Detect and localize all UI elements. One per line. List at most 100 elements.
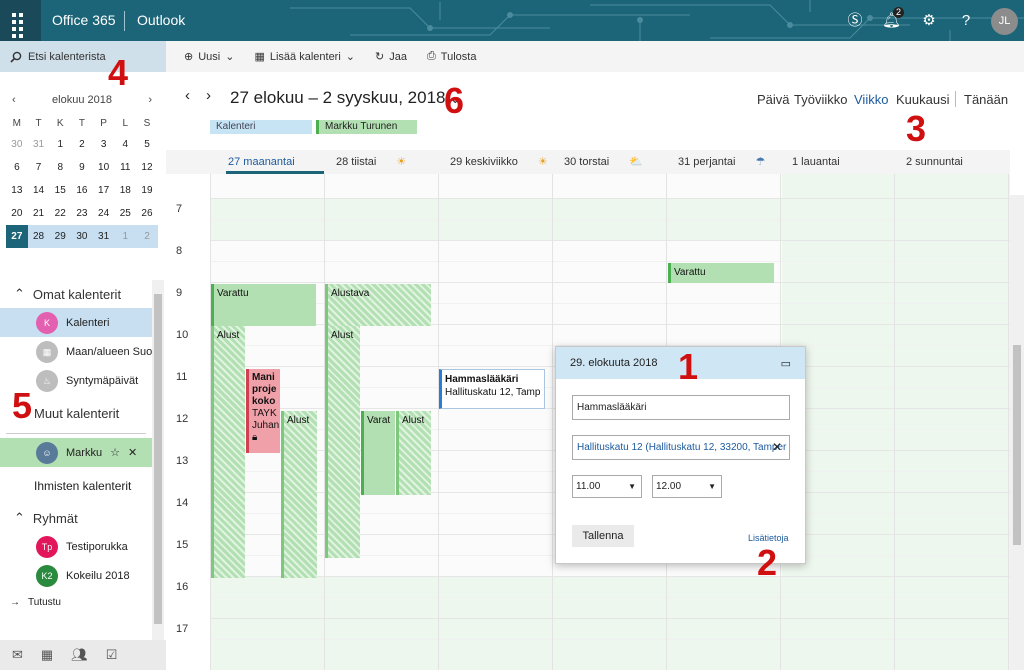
mini-day[interactable]: 29 xyxy=(49,225,72,248)
people-calendars-header[interactable]: Ihmisten kalenterit xyxy=(0,471,152,500)
event-alust-3[interactable]: Alust xyxy=(325,326,360,558)
calendar-icon[interactable]: ▦ xyxy=(41,647,53,663)
mail-icon[interactable]: ✉ xyxy=(12,647,23,663)
mini-day[interactable]: 24 xyxy=(93,202,115,225)
mini-day[interactable]: 31 xyxy=(92,225,115,248)
mini-day[interactable]: 14 xyxy=(28,179,50,202)
calendar-item-holidays[interactable]: ▦ Maan/alueen Suo xyxy=(0,337,152,366)
star-icon[interactable]: ☆ xyxy=(110,446,120,459)
event-dentist[interactable]: Hammaslääkäri Hallituskatu 12, Tamp xyxy=(439,369,545,409)
tasks-icon[interactable]: ☑ xyxy=(106,647,118,663)
clear-location-icon[interactable]: ✕ xyxy=(772,440,782,454)
today-button[interactable]: Tänään xyxy=(964,92,1008,107)
grid-scrollbar[interactable] xyxy=(1010,195,1024,670)
view-day[interactable]: Päivä xyxy=(757,92,790,107)
next-week-icon[interactable]: › xyxy=(206,87,211,104)
event-alustava[interactable]: Alustava xyxy=(325,284,431,326)
groups-header[interactable]: ⌃ Ryhmät xyxy=(0,504,152,532)
day-header-mon[interactable]: 27 maanantai xyxy=(226,150,324,174)
event-varat[interactable]: Varat xyxy=(361,411,395,495)
search-input[interactable]: Etsi kalenterista xyxy=(28,51,106,63)
mini-day[interactable]: 28 xyxy=(27,225,50,248)
view-week[interactable]: Viikko xyxy=(854,92,888,107)
mini-day[interactable]: 30 xyxy=(6,133,28,156)
mini-day[interactable]: 31 xyxy=(28,133,50,156)
mini-day[interactable]: 15 xyxy=(49,179,71,202)
mini-day[interactable]: 22 xyxy=(49,202,71,225)
day-header-sun[interactable]: 2 sunnuntai xyxy=(904,150,963,174)
mini-day[interactable]: 9 xyxy=(71,156,93,179)
new-button[interactable]: ⊕ Uusi ⌄ xyxy=(184,50,234,64)
mini-day[interactable]: 30 xyxy=(71,225,93,248)
skype-icon[interactable]: Ⓢ xyxy=(846,12,864,30)
mini-day[interactable]: 1 xyxy=(49,133,71,156)
end-time-select[interactable]: 12.00 ▼ xyxy=(652,475,722,498)
next-month-icon[interactable]: › xyxy=(148,94,152,106)
mini-day[interactable]: 11 xyxy=(114,156,136,179)
mini-day[interactable]: 27 xyxy=(6,225,28,248)
day-header-wed[interactable]: 29 keskiviikko ☀ xyxy=(448,150,548,174)
expand-window-icon[interactable]: ▭ xyxy=(781,357,791,370)
my-calendars-header[interactable]: ⌃ Omat kalenterit xyxy=(0,280,152,308)
mini-day[interactable]: 8 xyxy=(49,156,71,179)
mini-day[interactable]: 2 xyxy=(136,225,158,248)
close-icon[interactable]: ✕ xyxy=(128,446,137,459)
help-icon[interactable]: ? xyxy=(957,12,975,30)
mini-month-label[interactable]: elokuu 2018 xyxy=(52,94,112,106)
event-location-input[interactable]: Hallituskatu 12 (Hallituskatu 12, 33200,… xyxy=(572,435,790,460)
mini-day[interactable]: 16 xyxy=(71,179,93,202)
day-header-tue[interactable]: 28 tiistai ☀ xyxy=(334,150,406,174)
group-item-testiporukka[interactable]: Tp Testiporukka xyxy=(0,532,152,561)
mini-day[interactable]: 6 xyxy=(6,156,28,179)
mini-day[interactable]: 23 xyxy=(71,202,93,225)
calendar-item-markku[interactable]: ☺ Markku ☆ ✕ xyxy=(0,438,152,467)
view-workweek[interactable]: Työviikko xyxy=(794,92,847,107)
mini-day[interactable]: 21 xyxy=(28,202,50,225)
prev-month-icon[interactable]: ‹ xyxy=(12,94,16,106)
calendar-chip-kalenteri[interactable]: Kalenteri xyxy=(210,120,312,134)
people-icon[interactable]: 👥︎ xyxy=(71,647,88,663)
event-alust-4[interactable]: Alust xyxy=(396,411,431,495)
app-name[interactable]: Outlook xyxy=(137,12,185,28)
mini-day[interactable]: 13 xyxy=(6,179,28,202)
date-range-title[interactable]: 27 elokuu – 2 syyskuu, 2018 ⌄ xyxy=(230,88,460,108)
calendar-item-kalenteri[interactable]: K Kalenteri xyxy=(0,308,152,337)
group-item-kokeilu[interactable]: K2 Kokeilu 2018 xyxy=(0,561,152,590)
mini-day[interactable]: 20 xyxy=(6,202,28,225)
mini-day[interactable]: 7 xyxy=(28,156,50,179)
gear-icon[interactable]: ⚙ xyxy=(920,12,938,30)
calendar-chip-markku[interactable]: Markku Turunen xyxy=(316,120,417,134)
user-avatar[interactable]: JL xyxy=(991,8,1018,35)
view-month[interactable]: Kuukausi xyxy=(896,92,949,107)
mini-day[interactable]: 25 xyxy=(114,202,136,225)
add-calendar-button[interactable]: ▦ Lisää kalenteri ⌄ xyxy=(254,50,355,64)
day-header-fri[interactable]: 31 perjantai ☂ xyxy=(676,150,765,174)
start-time-select[interactable]: 11.00 ▼ xyxy=(572,475,642,498)
event-varattu-fri[interactable]: Varattu xyxy=(668,263,774,283)
day-header-sat[interactable]: 1 lauantai xyxy=(790,150,840,174)
mini-day[interactable]: 19 xyxy=(136,179,158,202)
mini-day[interactable]: 4 xyxy=(114,133,136,156)
mini-day[interactable]: 17 xyxy=(93,179,115,202)
mini-day[interactable]: 5 xyxy=(136,133,158,156)
event-meeting[interactable]: Mani proje koko TAYK Juhan 🔒︎ xyxy=(246,369,280,453)
calendar-search[interactable]: Etsi kalenterista xyxy=(0,41,166,72)
event-title-input[interactable]: Hammaslääkäri xyxy=(572,395,790,420)
print-button[interactable]: ⎙ Tulosta xyxy=(427,50,476,63)
mini-day[interactable]: 2 xyxy=(71,133,93,156)
save-button[interactable]: Tallenna xyxy=(572,525,634,547)
explore-link[interactable]: → Tutustu xyxy=(0,590,152,614)
share-button[interactable]: ↻ Jaa xyxy=(375,50,407,64)
app-launcher-button[interactable] xyxy=(0,0,41,41)
mini-day[interactable]: 10 xyxy=(93,156,115,179)
event-alust[interactable]: Alust xyxy=(211,326,245,578)
mini-day[interactable]: 18 xyxy=(114,179,136,202)
mini-day[interactable]: 26 xyxy=(136,202,158,225)
mini-day[interactable]: 12 xyxy=(136,156,158,179)
event-varattu[interactable]: Varattu xyxy=(211,284,316,326)
event-alust-2[interactable]: Alust xyxy=(281,411,317,578)
mini-day[interactable]: 3 xyxy=(93,133,115,156)
left-scrollbar[interactable] xyxy=(152,280,164,640)
brand-label[interactable]: Office 365 xyxy=(52,12,116,28)
prev-week-icon[interactable]: ‹ xyxy=(185,87,190,104)
